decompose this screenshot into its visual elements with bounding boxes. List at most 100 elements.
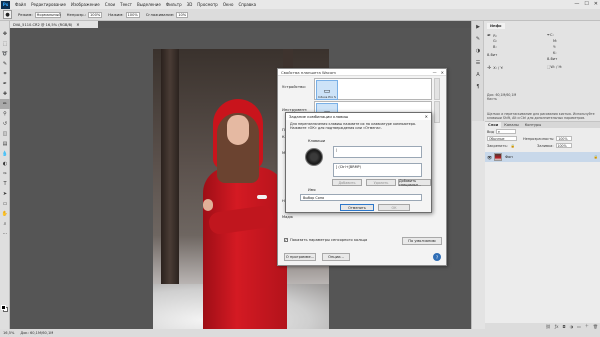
tab-paths[interactable]: Контуры — [522, 122, 544, 128]
brush-tool-icon[interactable]: ✏ — [0, 99, 10, 109]
opacity-field[interactable]: 100% — [88, 11, 103, 18]
add-button[interactable]: Добавить — [332, 179, 362, 186]
pen-tool-icon[interactable]: ✑ — [0, 169, 10, 179]
show-touch-ring-checkbox[interactable]: ✓ Показать параметры сенсорного кольца — [284, 238, 367, 242]
document-tab[interactable]: DVA_5110.CR2 @ 16,5% (RGB/8) ✕ — [10, 21, 98, 28]
healing-tool-icon[interactable]: ✚ — [0, 89, 10, 99]
character-icon[interactable]: A — [472, 69, 484, 81]
fx-icon[interactable]: ƒx — [555, 324, 559, 329]
pressure-field[interactable]: 100% — [125, 11, 140, 18]
zoom-tool-icon[interactable]: ⌕ — [0, 219, 10, 229]
about-button[interactable]: О программе... — [284, 253, 316, 261]
layer-opacity-field[interactable]: 100% — [556, 136, 573, 141]
name-input[interactable]: Выбор Сона — [300, 194, 422, 201]
keys-preview-field[interactable]: [ (Ctrl+[BRMP) — [333, 163, 422, 177]
stamp-tool-icon[interactable]: ⚲ — [0, 109, 10, 119]
help-icon[interactable]: ? — [433, 253, 441, 261]
lock-icon[interactable]: 🔒 — [511, 144, 515, 148]
close-icon[interactable]: ✕ — [594, 1, 598, 7]
right-panels: ▶ ✎ ◑ ☰ A ¶ Инфо ✒ R: G: B: 8-бит ✒ C: M: … — [471, 21, 600, 329]
kind-filter-select[interactable]: ▾ — [496, 129, 517, 134]
path-select-tool-icon[interactable]: ➤ — [0, 189, 10, 199]
options-button[interactable]: Опции... — [322, 253, 350, 261]
tab-channels[interactable]: Каналы — [501, 122, 521, 128]
adjustment-layer-icon[interactable]: ◑ — [570, 324, 574, 329]
menu-text[interactable]: Текст — [120, 2, 132, 7]
eye-icon[interactable]: 👁 — [487, 155, 492, 160]
brush-preset-icon[interactable]: ● — [3, 10, 12, 19]
info-doc-lines: Док: 60,1М/60,1М Кисть — [487, 93, 517, 101]
foreground-color-swatch[interactable] — [1, 305, 6, 310]
lasso-tool-icon[interactable]: ➰ — [0, 49, 10, 59]
hand-tool-icon[interactable]: ✋ — [0, 209, 10, 219]
menu-help[interactable]: Справка — [238, 2, 256, 7]
dodge-tool-icon[interactable]: ◐ — [0, 159, 10, 169]
remove-button[interactable]: Удалить — [366, 179, 396, 186]
smoothing-field[interactable]: 10% — [176, 11, 189, 18]
menu-select[interactable]: Выделение — [137, 2, 161, 7]
ok-button[interactable]: ОК — [378, 204, 410, 211]
panel-icons: ▶ ✎ ◑ ☰ A ¶ — [472, 21, 484, 121]
zoom-level[interactable]: 16,5% — [3, 331, 14, 335]
add-special-select[interactable]: Добавить специальн... — [398, 179, 431, 187]
wacom-title: Свойства планшета Wacom — [281, 69, 336, 75]
blur-tool-icon[interactable]: 💧 — [0, 149, 10, 159]
gradient-tool-icon[interactable]: ▤ — [0, 139, 10, 149]
layer-row-background[interactable]: 👁 Фон 🔒 — [485, 152, 600, 162]
menu-view[interactable]: Просмотр — [197, 2, 218, 7]
keys-input[interactable]: | — [333, 146, 422, 158]
smoothing-label: Сглаживание: — [145, 12, 175, 17]
minimize-icon[interactable]: — — [574, 1, 579, 7]
more-tools-icon[interactable]: ⋯ — [0, 229, 10, 239]
eyedropper-tool-icon[interactable]: ✒ — [0, 79, 10, 89]
marquee-tool-icon[interactable]: ⬚ — [0, 39, 10, 49]
layers-panel: Слои Каналы Контуры Вид ▾ Обычные Непроз… — [485, 121, 600, 329]
menu-3d[interactable]: 3D — [187, 2, 193, 7]
layer-opacity-label: Непрозрачность: — [523, 136, 555, 141]
type-tool-icon[interactable]: T — [0, 179, 10, 189]
close-icon[interactable]: ✕ — [425, 114, 428, 119]
info-panel: Инфо ✒ R: G: B: 8-бит ✒ C: M: Y: K: 8-бит … — [487, 23, 595, 120]
fill-field[interactable]: 100% — [555, 143, 572, 148]
maximize-icon[interactable]: ☐ — [584, 1, 588, 7]
menu-file[interactable]: Файл — [15, 2, 26, 7]
link-icon[interactable]: ⛓ — [546, 324, 551, 329]
tab-layers[interactable]: Слои — [485, 122, 502, 128]
keystroke-dialog: Задание комбинации клавиш ✕ Для переназн… — [285, 112, 432, 213]
blend-mode-select[interactable]: Обычные — [487, 136, 517, 141]
device-card-intuos[interactable]: ▭ Intuos Pro S — [316, 80, 338, 100]
tab-info[interactable]: Инфо — [487, 23, 505, 29]
quick-select-tool-icon[interactable]: ✎ — [0, 59, 10, 69]
menu-edit[interactable]: Редактирование — [31, 2, 66, 7]
defaults-button[interactable]: По умолчанию — [402, 237, 442, 245]
mask-icon[interactable]: ◘ — [562, 324, 565, 329]
cancel-button[interactable]: Отменить — [340, 204, 374, 211]
mode-select[interactable]: Нормальный — [34, 11, 61, 18]
properties-icon[interactable]: ☰ — [472, 57, 484, 69]
minimize-icon[interactable]: — — [433, 70, 437, 75]
close-icon[interactable]: ✕ — [76, 22, 79, 27]
folder-icon[interactable]: ▭ — [577, 324, 581, 329]
menu-filter[interactable]: Фильтр — [166, 2, 182, 7]
brush-settings-icon[interactable]: ✎ — [472, 33, 484, 45]
tablet-icon: ▭ — [323, 87, 331, 95]
shape-tool-icon[interactable]: ▭ — [0, 199, 10, 209]
crop-tool-icon[interactable]: ⌗ — [0, 69, 10, 79]
menu-window[interactable]: Окно — [223, 2, 234, 7]
menu-image[interactable]: Изображение — [71, 2, 100, 7]
menu-layers[interactable]: Слои — [105, 2, 115, 7]
close-icon[interactable]: ✕ — [441, 70, 444, 75]
tool-scrollbar[interactable] — [434, 101, 440, 123]
paragraph-icon[interactable]: ¶ — [472, 81, 484, 93]
keystroke-title-bar: Задание комбинации клавиш — [286, 113, 431, 120]
tools-panel: ✥ ⬚ ➰ ✎ ⌗ ✒ ✚ ✏ ⚲ ↺ ◫ ▤ 💧 ◐ ✑ T ➤ ▭ ✋ ⌕ … — [0, 21, 10, 329]
eraser-tool-icon[interactable]: ◫ — [0, 129, 10, 139]
history-icon[interactable]: ▶ — [472, 21, 484, 33]
name-label: Имя — [308, 188, 316, 192]
history-brush-icon[interactable]: ↺ — [0, 119, 10, 129]
adjustments-icon[interactable]: ◑ — [472, 45, 484, 57]
device-scrollbar[interactable] — [434, 78, 440, 100]
move-tool-icon[interactable]: ✥ — [0, 29, 10, 39]
document-tab-title: DVA_5110.CR2 @ 16,5% (RGB/8) — [13, 22, 73, 27]
trash-icon[interactable]: 🗑 — [593, 324, 598, 329]
